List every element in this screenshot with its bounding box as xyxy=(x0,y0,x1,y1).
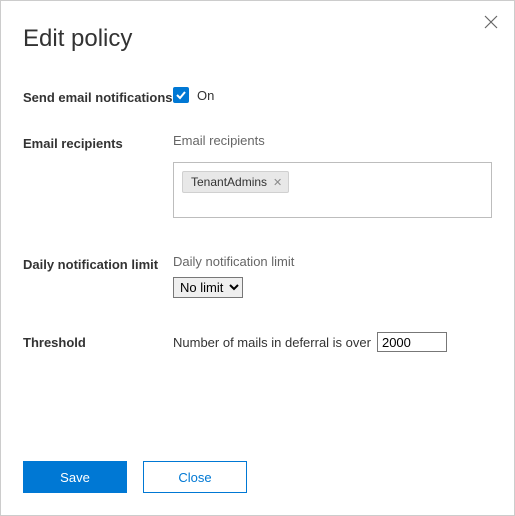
footer-buttons: Save Close xyxy=(23,461,247,493)
recipients-input[interactable]: TenantAdmins ✕ xyxy=(173,162,492,218)
close-button[interactable]: Close xyxy=(143,461,247,493)
row-send-email-notifications: Send email notifications On xyxy=(23,87,492,107)
chip-remove-icon[interactable]: ✕ xyxy=(273,176,282,189)
close-icon[interactable] xyxy=(484,15,500,31)
label-email-recipients: Email recipients xyxy=(23,133,173,153)
save-button[interactable]: Save xyxy=(23,461,127,493)
recipient-chip-label: TenantAdmins xyxy=(191,175,267,189)
daily-limit-sublabel: Daily notification limit xyxy=(173,254,492,269)
threshold-input[interactable] xyxy=(377,332,447,352)
row-daily-limit: Daily notification limit Daily notificat… xyxy=(23,254,492,298)
page-title: Edit policy xyxy=(23,25,492,53)
label-threshold: Threshold xyxy=(23,332,173,352)
notifications-state-text: On xyxy=(197,88,214,103)
recipients-sublabel: Email recipients xyxy=(173,133,492,148)
label-daily-limit: Daily notification limit xyxy=(23,254,173,274)
row-threshold: Threshold Number of mails in deferral is… xyxy=(23,332,492,352)
notifications-checkbox[interactable] xyxy=(173,87,189,103)
recipient-chip: TenantAdmins ✕ xyxy=(182,171,289,193)
daily-limit-select[interactable]: No limit xyxy=(173,277,243,298)
threshold-text: Number of mails in deferral is over xyxy=(173,335,371,350)
label-send-email-notifications: Send email notifications xyxy=(23,87,173,107)
row-email-recipients: Email recipients Email recipients Tenant… xyxy=(23,133,492,218)
